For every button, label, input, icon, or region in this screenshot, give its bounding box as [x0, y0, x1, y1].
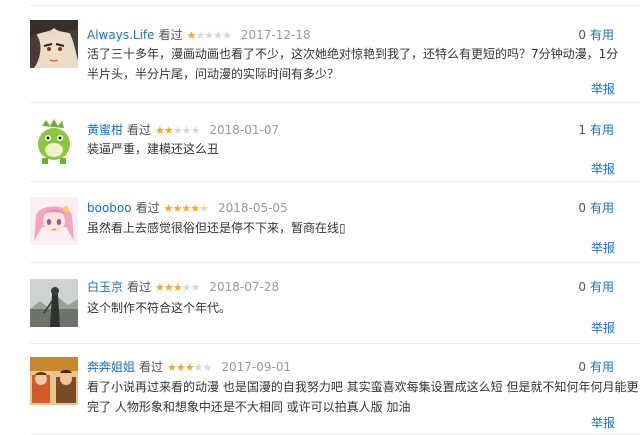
useful-button[interactable]: 有用 — [590, 28, 614, 42]
avatar[interactable] — [30, 357, 78, 405]
rating-stars: ★★★★★ — [155, 281, 201, 294]
report-link[interactable]: 举报 — [591, 241, 615, 255]
avatar[interactable] — [30, 116, 78, 164]
review-item: Always.Life 看过 ★★★★★ 2017-12-18 0 有用 活了三十多年，… — [30, 6, 640, 103]
review-content: 活了三十多年，漫画动画也看了不少，这次她绝对惊艳到我了，还特么有更短的吗？7分钟… — [87, 47, 619, 81]
rating-stars-filled: ★★ — [155, 124, 174, 137]
review-item: 黄蜜柑 看过 ★★★★★ 2018-01-07 1 有用 装逼严重，建模还这么丑 举报 — [30, 103, 640, 182]
rating-stars: ★★★★★ — [163, 202, 209, 215]
review-item: 白玉京 看过 ★★★★★ 2018-07-28 0 有用 这个制作不符合这个年代。 举报 — [30, 263, 640, 344]
review-date: 2018-07-28 — [209, 280, 280, 294]
review-content: 看了小说再过来看的动漫 也是国漫的自我努力吧 其实蛮喜欢每集设置成这么短 但是就… — [87, 380, 639, 414]
useful-vote: 0 有用 — [578, 359, 614, 375]
rating-stars-filled: ★★★ — [155, 281, 183, 294]
review-content: 装逼严重，建模还这么丑 — [87, 142, 220, 156]
rating-stars-filled: ★★★ — [167, 361, 195, 374]
useful-count: 0 — [578, 28, 586, 42]
review-date: 2018-05-05 — [217, 201, 288, 215]
useful-vote: 1 有用 — [578, 122, 614, 138]
useful-button[interactable]: 有用 — [590, 201, 614, 215]
review-meta: 黄蜜柑 看过 ★★★★★ 2018-01-07 — [87, 122, 279, 138]
watched-label: 看过 — [158, 28, 183, 42]
review-meta: 白玉京 看过 ★★★★★ 2018-07-28 — [87, 279, 279, 295]
review-date: 2017-09-01 — [221, 360, 292, 374]
rating-stars: ★★★★★ — [155, 124, 201, 137]
watched-label: 看过 — [127, 280, 152, 294]
username-link[interactable]: 白玉京 — [87, 280, 123, 294]
useful-button[interactable]: 有用 — [590, 280, 614, 294]
useful-vote: 0 有用 — [578, 27, 614, 43]
rating-stars-empty: ★ — [199, 202, 209, 215]
watched-label: 看过 — [127, 123, 152, 137]
username-link[interactable]: 奔奔姐姐 — [87, 360, 135, 374]
review-item: 奔奔姐姐 看过 ★★★★★ 2017-09-01 0 有用 看了小说再过来看的动漫 也是… — [30, 344, 640, 435]
useful-button[interactable]: 有用 — [590, 123, 614, 137]
review-date: 2017-12-18 — [240, 28, 311, 42]
report-link[interactable]: 举报 — [591, 82, 615, 96]
rating-stars: ★★★★★ — [167, 361, 213, 374]
avatar[interactable] — [30, 279, 78, 327]
rating-stars: ★★★★★ — [187, 29, 232, 42]
useful-count: 0 — [578, 201, 586, 215]
useful-button[interactable]: 有用 — [590, 360, 614, 374]
review-date: 2018-01-07 — [209, 123, 280, 137]
useful-vote: 0 有用 — [578, 200, 614, 216]
useful-count: 0 — [578, 280, 586, 294]
review-meta: booboo 看过 ★★★★★ 2018-05-05 — [87, 200, 288, 216]
username-link[interactable]: booboo — [87, 201, 132, 215]
avatar[interactable] — [30, 20, 78, 68]
rating-stars-empty: ★★ — [181, 281, 201, 294]
rating-stars-empty: ★★★★ — [195, 29, 231, 42]
review-content: 虽然看上去感觉很俗但还是停不下来，暂商在线▯ — [87, 221, 346, 235]
review-content: 这个制作不符合这个年代。 — [87, 301, 232, 315]
rating-stars-empty: ★★★ — [172, 124, 201, 137]
username-link[interactable]: Always.Life — [87, 28, 155, 42]
rating-stars-filled: ★★★★ — [163, 202, 200, 215]
watched-label: 看过 — [135, 201, 160, 215]
avatar[interactable] — [30, 197, 78, 245]
review-item: booboo 看过 ★★★★★ 2018-05-05 0 有用 虽然看上去感觉很俗但还是… — [30, 182, 640, 263]
report-link[interactable]: 举报 — [591, 321, 615, 335]
report-link[interactable]: 举报 — [591, 416, 615, 430]
useful-vote: 0 有用 — [578, 279, 614, 295]
watched-label: 看过 — [139, 360, 164, 374]
useful-count: 1 — [578, 123, 586, 137]
review-meta: Always.Life 看过 ★★★★★ 2017-12-18 — [87, 27, 311, 43]
useful-count: 0 — [578, 360, 586, 374]
report-link[interactable]: 举报 — [591, 162, 615, 176]
username-link[interactable]: 黄蜜柑 — [87, 123, 123, 137]
review-meta: 奔奔姐姐 看过 ★★★★★ 2017-09-01 — [87, 359, 291, 375]
rating-stars-empty: ★★ — [193, 361, 213, 374]
